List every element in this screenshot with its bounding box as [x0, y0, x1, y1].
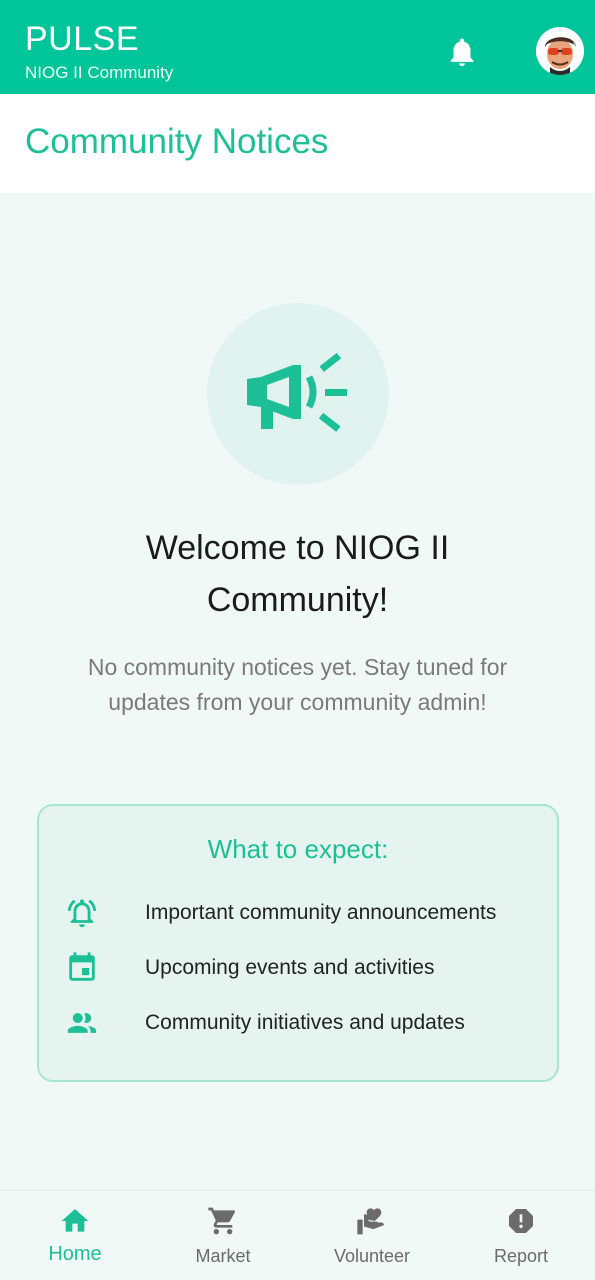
welcome-heading: Welcome to NIOG II Community! [145, 529, 450, 619]
nav-label: Home [48, 1243, 102, 1265]
page-header: Community Notices [0, 94, 595, 193]
volunteer-hand-heart-icon [357, 1208, 384, 1235]
app-bar: PULSE NIOG II Community [0, 0, 595, 94]
nav-item-volunteer[interactable]: Volunteer [297, 1191, 447, 1280]
avatar[interactable] [536, 27, 584, 75]
list-item: Community initiatives and updates [65, 1006, 545, 1042]
nav-item-home[interactable]: Home [0, 1191, 150, 1280]
home-icon [61, 1209, 89, 1232]
list-item: Important community announcements [65, 896, 545, 932]
bottom-navigation: Home Market Volunteer Report [0, 1190, 595, 1280]
megaphone-badge [207, 303, 389, 485]
megaphone-icon [247, 352, 347, 432]
people-icon [65, 1006, 99, 1040]
list-item: Upcoming events and activities [65, 951, 545, 987]
expect-item-label: Upcoming events and activities [145, 956, 435, 979]
what-to-expect-card: What to expect: Important community anno… [37, 804, 559, 1082]
card-title: What to expect: [207, 834, 389, 864]
app-title: PULSE [25, 20, 139, 58]
expect-item-label: Important community announcements [145, 901, 497, 924]
nav-item-market[interactable]: Market [148, 1191, 298, 1280]
nav-item-report[interactable]: Report [446, 1191, 595, 1280]
empty-state-message: No community notices yet. Stay tuned for… [87, 654, 508, 715]
nav-label: Volunteer [333, 1246, 411, 1266]
alert-icon [509, 1209, 533, 1233]
nav-label: Market [195, 1246, 251, 1266]
expect-item-label: Community initiatives and updates [145, 1011, 465, 1034]
alarm-bell-icon [65, 896, 99, 930]
nav-label: Report [493, 1246, 549, 1266]
bell-icon[interactable] [445, 34, 479, 70]
calendar-icon [65, 951, 99, 985]
community-name: NIOG II Community [25, 63, 174, 82]
page-title: Community Notices [25, 122, 329, 161]
cart-icon [208, 1207, 236, 1235]
